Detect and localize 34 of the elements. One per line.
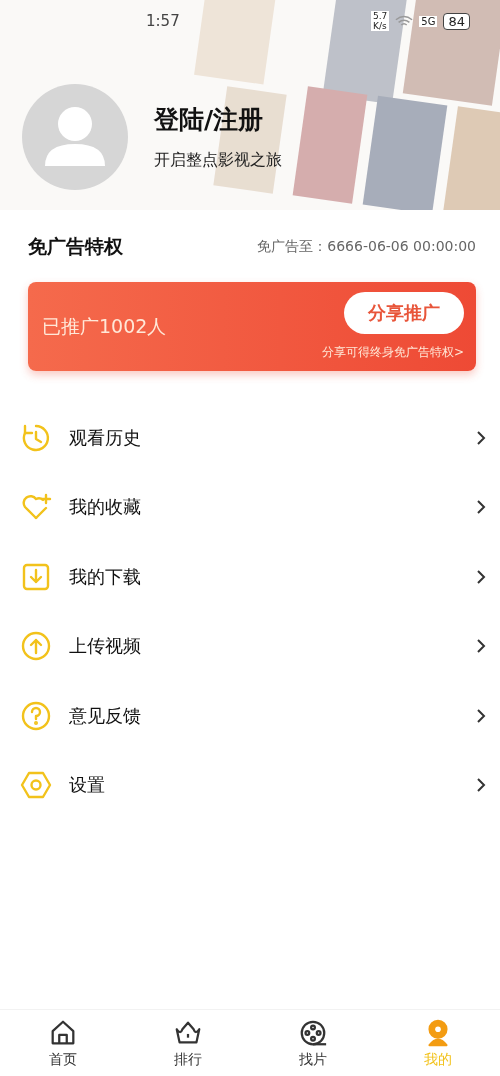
chevron-icon — [476, 777, 486, 794]
promoted-count: 已推广1002人 — [42, 313, 167, 339]
network-speed: 5.7 K/s — [371, 11, 390, 31]
chevron-icon — [476, 638, 486, 655]
status-time: 1:57 — [146, 12, 180, 30]
chevron-icon — [476, 429, 486, 446]
menu-item[interactable]: 观看历史 — [0, 403, 500, 473]
menu-label: 上传视频 — [69, 634, 142, 659]
menu-item[interactable]: 我的下载 — [0, 542, 500, 612]
question-icon — [20, 699, 52, 732]
share-button[interactable]: 分享推广 — [344, 292, 464, 334]
menu-item[interactable]: 设置 — [0, 750, 500, 820]
menu-label: 观看历史 — [69, 425, 142, 450]
menu-label: 我的收藏 — [69, 495, 142, 520]
nav-tab[interactable]: 找片 — [250, 1010, 375, 1076]
menu-label: 我的下载 — [69, 564, 142, 589]
nav-tab[interactable]: 首页 — [0, 1010, 125, 1076]
ad-free-title: 免广告特权 — [28, 234, 123, 259]
upload-icon — [20, 630, 52, 663]
signal-label: 5G — [419, 15, 438, 27]
login-register-link[interactable]: 登陆/注册 — [154, 103, 282, 136]
nav-tab[interactable]: 排行 — [125, 1010, 250, 1076]
chevron-icon — [476, 499, 486, 516]
chevron-icon — [476, 707, 486, 724]
menu-item[interactable]: 上传视频 — [0, 611, 500, 681]
profile-subtitle: 开启整点影视之旅 — [154, 150, 282, 171]
menu-item[interactable]: 意见反馈 — [0, 681, 500, 751]
ad-free-expiry: 免广告至：6666-06-06 00:00:00 — [257, 238, 476, 256]
menu-label: 意见反馈 — [69, 703, 142, 728]
chevron-icon — [476, 568, 486, 585]
avatar-icon — [22, 84, 128, 190]
menu-item[interactable]: 我的收藏 — [0, 472, 500, 542]
wifi-icon — [395, 14, 414, 28]
menu-label: 设置 — [69, 773, 106, 798]
